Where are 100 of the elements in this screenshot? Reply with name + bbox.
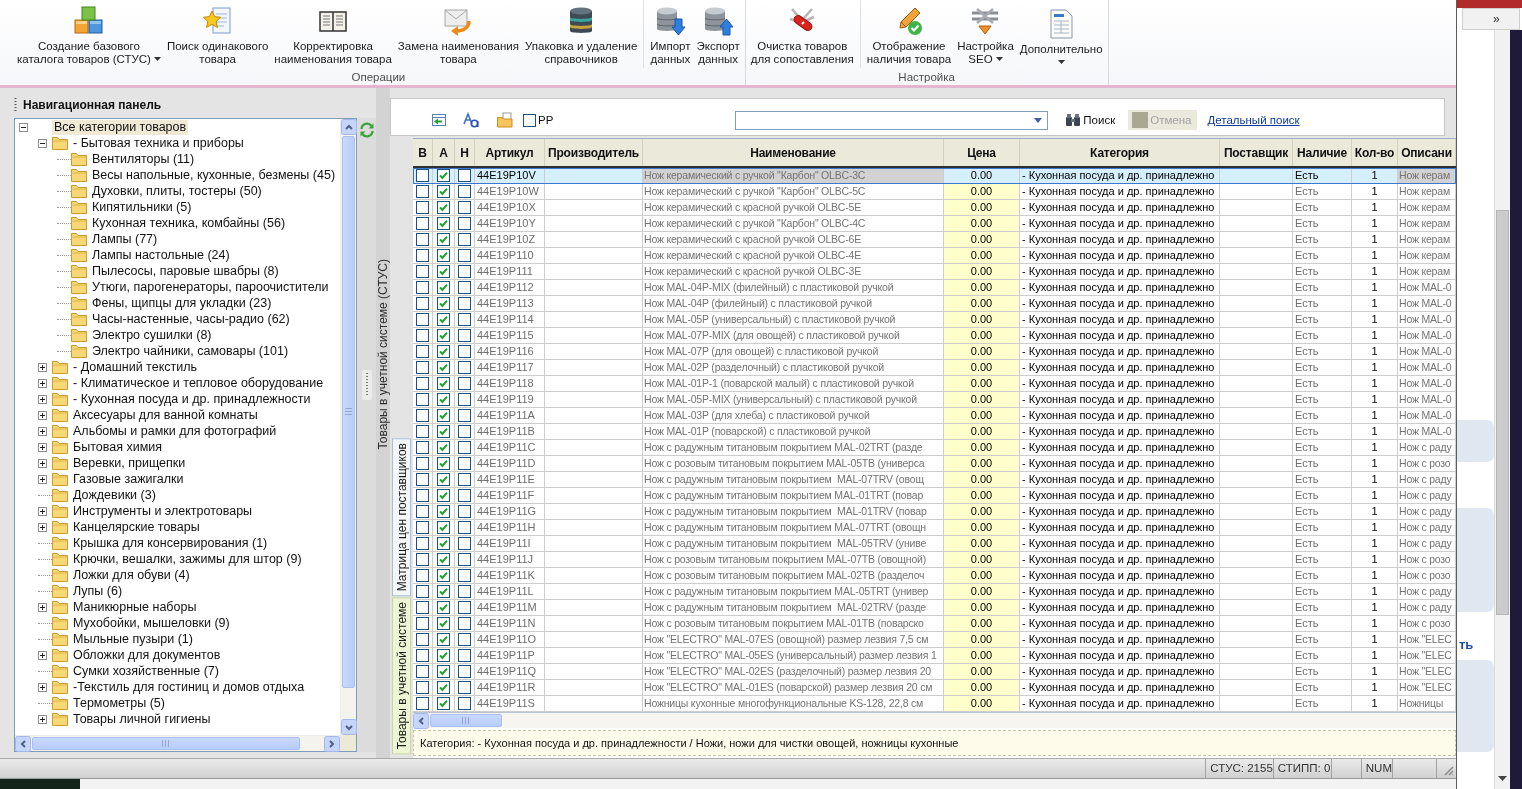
ribbon-button[interactable]: Импорт данных bbox=[647, 0, 694, 68]
ribbon-button[interactable]: Очистка товаров для сопоставления bbox=[747, 0, 857, 68]
column-header[interactable]: Категория bbox=[1020, 139, 1220, 166]
folder-icon[interactable] bbox=[497, 112, 513, 128]
checkbox[interactable] bbox=[458, 665, 471, 678]
scrollbar-thumb[interactable] bbox=[342, 136, 355, 688]
plus-box-icon[interactable] bbox=[38, 458, 47, 468]
column-header[interactable]: Н bbox=[455, 139, 475, 166]
tree-item[interactable]: Пылесосы, паровые швабры (8) bbox=[90, 263, 281, 279]
tree-item[interactable]: Крючки, вешалки, зажимы для штор (9) bbox=[71, 551, 304, 567]
checkbox[interactable] bbox=[437, 537, 450, 550]
tree-item[interactable]: Электро сушилки (8) bbox=[90, 327, 214, 343]
checkbox[interactable] bbox=[458, 313, 471, 326]
checkbox[interactable] bbox=[458, 409, 471, 422]
checkbox[interactable] bbox=[437, 617, 450, 630]
table-row[interactable]: 44E19P11K Нож с розовым титановым покрытием MAL-02TB (разделоч 0.00 - Кухонная посуда и др. принадлежно Есть 1 Нож с розо bbox=[413, 568, 1456, 584]
checkbox[interactable] bbox=[437, 169, 450, 182]
table-row[interactable]: 44E19P11R Нож "ELECTRO" MAL-01ES (поварской) размер лезвия 20 см 0.00 - Кухонная посуда и др. принадлежно Есть 1 Нож "ELEC bbox=[413, 680, 1456, 696]
checkbox[interactable] bbox=[458, 473, 471, 486]
tree-item[interactable]: Канцелярские товары bbox=[71, 519, 202, 535]
tab[interactable]: Товары в учетной системе bbox=[392, 596, 411, 754]
plus-box-icon[interactable] bbox=[38, 378, 47, 388]
checkbox[interactable] bbox=[437, 473, 450, 486]
checkbox[interactable] bbox=[458, 633, 471, 646]
table-row[interactable]: 44E19P10W Нож керамический с ручкой "Карбон" OLBC-5C 0.00 - Кухонная посуда и др. принадлежно Есть 1 Нож керам bbox=[413, 184, 1456, 200]
tree-item[interactable]: Дождевики (3) bbox=[71, 487, 158, 503]
checkbox[interactable] bbox=[437, 281, 450, 294]
table-row[interactable]: 44E19P10Y Нож керамический с ручкой "Карбон" OLBC-4C 0.00 - Кухонная посуда и др. принадлежно Есть 1 Нож керам bbox=[413, 216, 1456, 232]
table-row[interactable]: 44E19P116 Нож MAL-07P (для овощей) с пластиковой ручкой 0.00 - Кухонная посуда и др. принадлежно Есть 1 Нож MAL-0 bbox=[413, 344, 1456, 360]
tree-item[interactable]: Инструменты и электротовары bbox=[71, 503, 255, 519]
plus-box-icon[interactable] bbox=[38, 442, 47, 452]
checkbox[interactable] bbox=[416, 697, 429, 710]
table-row[interactable]: 44E19P11L Нож с радужным титановым покрытием MAL-05TRT (универ 0.00 - Кухонная посуда и др. принадлежно Есть 1 Нож с раду bbox=[413, 584, 1456, 600]
checkbox[interactable] bbox=[416, 521, 429, 534]
checkbox[interactable] bbox=[458, 457, 471, 470]
checkbox[interactable] bbox=[458, 697, 471, 710]
link-fragment[interactable]: ть bbox=[1457, 638, 1494, 652]
checkbox[interactable] bbox=[458, 201, 471, 214]
table-row[interactable]: 44E19P110 Нож керамический с красной ручкой OLBC-4E 0.00 - Кухонная посуда и др. принадлежно Есть 1 Нож керам bbox=[413, 248, 1456, 264]
checkbox[interactable] bbox=[437, 489, 450, 502]
checkbox[interactable] bbox=[416, 345, 429, 358]
checkbox[interactable] bbox=[416, 185, 429, 198]
checkbox[interactable] bbox=[437, 425, 450, 438]
checkbox[interactable] bbox=[458, 393, 471, 406]
tree-item[interactable]: Мухобойки, мышеловки (9) bbox=[71, 615, 232, 631]
ribbon-button[interactable]: Упаковка и удаление справочников bbox=[522, 0, 641, 68]
tree-item[interactable]: Обложки для документов bbox=[71, 647, 223, 663]
column-header[interactable]: В bbox=[413, 139, 433, 166]
checkbox[interactable] bbox=[458, 217, 471, 230]
scrollbar-thumb[interactable] bbox=[32, 737, 300, 750]
plus-box-icon[interactable] bbox=[38, 650, 47, 660]
checkbox[interactable] bbox=[416, 297, 429, 310]
plus-box-icon[interactable] bbox=[38, 426, 47, 436]
checkbox[interactable] bbox=[416, 217, 429, 230]
table-row[interactable]: 44E19P10Z Нож керамический с красной ручкой OLBC-6E 0.00 - Кухонная посуда и др. принадлежно Есть 1 Нож керам bbox=[413, 232, 1456, 248]
checkbox[interactable] bbox=[437, 665, 450, 678]
checkbox[interactable] bbox=[437, 185, 450, 198]
checkbox[interactable] bbox=[458, 425, 471, 438]
checkbox[interactable] bbox=[458, 681, 471, 694]
checkbox[interactable] bbox=[416, 249, 429, 262]
checkbox[interactable] bbox=[458, 265, 471, 278]
plus-box-icon[interactable] bbox=[38, 682, 47, 692]
checkbox[interactable] bbox=[458, 361, 471, 374]
overflow-button[interactable]: » bbox=[1462, 8, 1520, 30]
minus-box-icon[interactable] bbox=[19, 122, 28, 132]
checkbox[interactable] bbox=[458, 329, 471, 342]
tree-item[interactable]: Аксесуары для ванной комнаты bbox=[71, 407, 260, 423]
checkbox[interactable] bbox=[458, 569, 471, 582]
checkbox[interactable] bbox=[416, 505, 429, 518]
checkbox[interactable] bbox=[523, 113, 536, 127]
tree-item[interactable]: Крышка для консервирования (1) bbox=[71, 535, 270, 551]
column-header[interactable]: Кол-во bbox=[1352, 139, 1398, 166]
checkbox[interactable] bbox=[437, 457, 450, 470]
tree-item[interactable]: Газовые зажигалки bbox=[71, 471, 186, 487]
checkbox[interactable] bbox=[437, 553, 450, 566]
tree-item[interactable]: Альбомы и рамки для фотографий bbox=[71, 423, 279, 439]
tree-item[interactable]: Мыльные пузыри (1) bbox=[71, 631, 195, 647]
checkbox[interactable] bbox=[437, 297, 450, 310]
table-row[interactable]: 44E19P111 Нож керамический с красной ручкой OLBC-3E 0.00 - Кухонная посуда и др. принадлежно Есть 1 Нож керам bbox=[413, 264, 1456, 280]
ribbon-button[interactable]: Поиск одинакового товара bbox=[163, 0, 272, 68]
tree-item[interactable]: Фены, щипцы для укладки (23) bbox=[90, 295, 274, 311]
plus-box-icon[interactable] bbox=[38, 522, 47, 532]
checkbox[interactable] bbox=[458, 601, 471, 614]
checkbox[interactable] bbox=[437, 217, 450, 230]
checkbox[interactable] bbox=[458, 185, 471, 198]
checkbox[interactable] bbox=[458, 585, 471, 598]
table-row[interactable]: 44E19P117 Нож MAL-02P (разделочный) с пластиковой ручкой 0.00 - Кухонная посуда и др. принадлежно Есть 1 Нож MAL-0 bbox=[413, 360, 1456, 376]
checkbox[interactable] bbox=[416, 201, 429, 214]
checkbox[interactable] bbox=[437, 409, 450, 422]
tree-item[interactable]: Вентиляторы (11) bbox=[90, 151, 197, 167]
plus-box-icon[interactable] bbox=[38, 474, 47, 484]
text-style-icon[interactable] bbox=[463, 112, 479, 128]
checkbox[interactable] bbox=[416, 441, 429, 454]
checkbox[interactable] bbox=[416, 425, 429, 438]
table-row[interactable]: 44E19P119 Нож MAL-05P-MIX (универсальный) с пластиковой ручкой 0.00 - Кухонная посуда и др. принадлежно Есть 1 Нож MAL-0 bbox=[413, 392, 1456, 408]
checkbox[interactable] bbox=[437, 633, 450, 646]
table-row[interactable]: 44E19P115 Нож MAL-07P-MIX (для овощей) с пластиковой ручкой 0.00 - Кухонная посуда и др. принадлежно Есть 1 Нож MAL-0 bbox=[413, 328, 1456, 344]
checkbox[interactable] bbox=[437, 249, 450, 262]
checkbox[interactable] bbox=[416, 329, 429, 342]
search-combo[interactable] bbox=[735, 110, 1049, 130]
